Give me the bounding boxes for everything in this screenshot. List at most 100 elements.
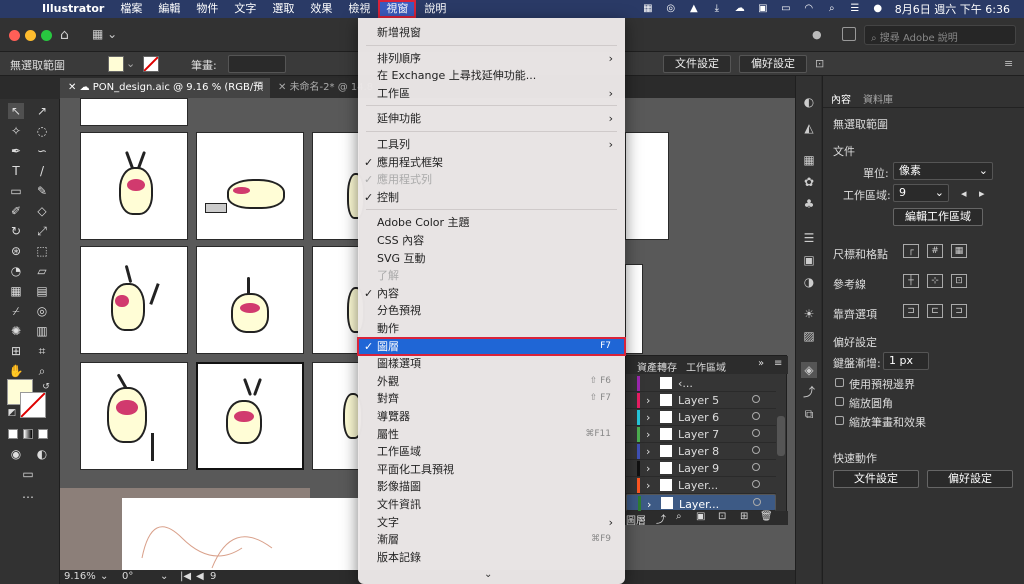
width-tool-icon[interactable]: ⊛ bbox=[8, 243, 24, 259]
control-center-icon[interactable]: ☰ bbox=[849, 3, 861, 15]
delete-layer-icon[interactable]: 🗑 bbox=[760, 511, 773, 522]
asset-export-icon[interactable]: ⤴ bbox=[801, 384, 817, 400]
menu-item-27[interactable]: 漸層 ⌘F9 bbox=[358, 531, 625, 548]
layer-row[interactable]: › Layer 8 bbox=[626, 443, 776, 460]
creative-cloud-icon[interactable]: ◎ bbox=[665, 3, 677, 15]
menu-view[interactable]: 檢視 bbox=[340, 0, 378, 18]
stroke-weight-input[interactable] bbox=[228, 55, 286, 73]
artboard-selected[interactable] bbox=[196, 362, 304, 470]
snap-point-icon[interactable]: ⊐ bbox=[903, 304, 919, 318]
color-panel-icon[interactable]: ◐ bbox=[801, 94, 817, 110]
menu-item-20[interactable]: 導覽器 bbox=[358, 408, 625, 425]
menu-item-18[interactable]: 外觀 ⇧ F6 bbox=[358, 373, 625, 390]
rectangle-tool-icon[interactable]: ▭ bbox=[8, 183, 24, 199]
tab-properties[interactable]: 內容 bbox=[831, 91, 851, 106]
smart-guides-icon[interactable]: ⊹ bbox=[927, 274, 943, 288]
menu-edit[interactable]: 編輯 bbox=[150, 0, 188, 18]
lock-guides-icon[interactable]: ⊡ bbox=[951, 274, 967, 288]
expand-layer-icon[interactable]: › bbox=[646, 445, 650, 458]
text-status-icon[interactable]: ▣ bbox=[757, 3, 769, 15]
artboard[interactable] bbox=[625, 132, 669, 240]
menu-item-22[interactable]: 工作區域 bbox=[358, 443, 625, 460]
close-window-icon[interactable] bbox=[9, 30, 20, 41]
expand-layer-icon[interactable]: › bbox=[646, 411, 650, 424]
menu-object[interactable]: 物件 bbox=[188, 0, 226, 18]
layer-row[interactable]: › Layer 7 bbox=[626, 426, 776, 443]
artboard[interactable] bbox=[80, 246, 188, 354]
layer-row[interactable]: › Layer 5 bbox=[626, 392, 776, 409]
spotlight-icon[interactable]: ⌕ bbox=[826, 3, 838, 15]
color-guide-icon[interactable]: ◭ bbox=[801, 120, 817, 136]
expand-layer-icon[interactable]: › bbox=[646, 428, 650, 441]
menu-item-8[interactable]: ✓ 控制 bbox=[358, 189, 625, 206]
edit-artboards-button[interactable]: 編輯工作區域 bbox=[893, 208, 983, 226]
menu-item-5[interactable]: 工具列 › bbox=[358, 136, 625, 153]
menu-item-10[interactable]: CSS 內容 bbox=[358, 232, 625, 249]
expand-layer-icon[interactable]: › bbox=[646, 479, 650, 492]
stroke-swatch[interactable] bbox=[143, 56, 159, 72]
menu-item-21[interactable]: 屬性 ⌘F11 bbox=[358, 426, 625, 443]
download-icon[interactable]: ⤓ bbox=[711, 3, 723, 15]
layer-row[interactable]: › Layer 9 bbox=[626, 460, 776, 477]
hand-tool-icon[interactable]: ✋ bbox=[8, 363, 24, 379]
artboard[interactable] bbox=[312, 362, 363, 470]
color-mode-icon[interactable] bbox=[8, 429, 18, 439]
shape-builder-tool-icon[interactable]: ◔ bbox=[8, 263, 24, 279]
artboard[interactable] bbox=[312, 246, 365, 354]
expand-icon[interactable]: » bbox=[758, 358, 764, 369]
layers-panel-icon[interactable]: ◈ bbox=[801, 362, 817, 378]
artboard[interactable] bbox=[196, 132, 304, 240]
units-select[interactable]: 像素 ⌄ bbox=[893, 162, 993, 180]
graphic-styles-icon[interactable]: ▨ bbox=[801, 328, 817, 344]
help-search-input[interactable]: ⌕ 搜尋 Adobe 說明 bbox=[864, 25, 1016, 45]
grid-icon[interactable]: # bbox=[927, 244, 943, 258]
tab-libraries[interactable]: 資料庫 bbox=[863, 91, 893, 106]
menu-app[interactable]: Illustrator bbox=[34, 0, 112, 18]
new-sublayer-icon[interactable]: ⊡ bbox=[718, 511, 726, 522]
menu-item-15[interactable]: 動作 bbox=[358, 320, 625, 337]
arrange-icon[interactable]: ⊡ bbox=[815, 57, 824, 70]
tab-pon-design[interactable]: ✕ ☁ PON_design.aic @ 9.16 % (RGB/預視) bbox=[60, 78, 270, 113]
siri-icon[interactable]: ● bbox=[872, 3, 884, 15]
layers-scrollbar[interactable] bbox=[777, 416, 785, 456]
free-transform-tool-icon[interactable]: ⬚ bbox=[34, 243, 50, 259]
layer-row[interactable]: ‹... bbox=[626, 375, 776, 392]
eyedropper-tool-icon[interactable]: ⌿ bbox=[8, 303, 24, 319]
stroke-panel-icon[interactable]: ☰ bbox=[801, 230, 817, 246]
brushes-icon[interactable]: ✿ bbox=[801, 174, 817, 190]
minimize-window-icon[interactable] bbox=[25, 30, 36, 41]
scale-strokes-checkbox[interactable] bbox=[835, 416, 844, 425]
snap-pixel-icon[interactable]: ⊐ bbox=[951, 304, 967, 318]
target-icon[interactable] bbox=[752, 446, 760, 454]
user-icon[interactable]: ● bbox=[812, 28, 822, 41]
curvature-tool-icon[interactable]: ∽ bbox=[34, 143, 50, 159]
panel-menu-icon[interactable]: ≡ bbox=[774, 358, 782, 369]
doc-setup-button[interactable]: 文件設定 bbox=[663, 55, 731, 73]
clock[interactable]: 8月6日 週六 下午 6:36 bbox=[895, 1, 1010, 17]
menu-item-1[interactable]: 排列順序 › bbox=[358, 50, 625, 67]
expand-layer-icon[interactable]: › bbox=[646, 462, 650, 475]
fill-swatch[interactable] bbox=[108, 56, 124, 72]
more-tools-icon[interactable]: ⋯ bbox=[20, 489, 36, 505]
menu-help[interactable]: 說明 bbox=[416, 0, 454, 18]
menu-file[interactable]: 檔案 bbox=[112, 0, 150, 18]
menu-item-2[interactable]: 在 Exchange 上尋找延伸功能... bbox=[358, 67, 625, 84]
tab-asset-export[interactable]: 資產轉存 bbox=[637, 359, 677, 374]
first-artboard-icon[interactable]: |◀ bbox=[180, 571, 191, 582]
tab-artboards[interactable]: 工作區域 bbox=[686, 359, 726, 374]
menu-item-9[interactable]: Adobe Color 主題 bbox=[358, 214, 625, 231]
menu-item-26[interactable]: 文字 › bbox=[358, 514, 625, 531]
menu-item-16[interactable]: ✓ 圖層 F7 bbox=[357, 336, 626, 356]
wifi-icon[interactable]: ◠ bbox=[803, 3, 815, 15]
artboard[interactable] bbox=[625, 264, 643, 354]
direct-selection-tool-icon[interactable]: ↗ bbox=[34, 103, 50, 119]
clipping-mask-icon[interactable]: ▣ bbox=[696, 511, 705, 522]
artboard-select[interactable]: 9 ⌄ bbox=[893, 184, 949, 202]
artboard[interactable] bbox=[196, 246, 304, 354]
menu-item-19[interactable]: 對齊 ⇧ F7 bbox=[358, 390, 625, 407]
symbols-icon[interactable]: ♣ bbox=[801, 196, 817, 212]
ruler-icon[interactable]: ┌ bbox=[903, 244, 919, 258]
export-icon[interactable]: ⤴ bbox=[656, 511, 666, 526]
rotation-value[interactable]: 0° bbox=[122, 571, 133, 582]
expand-layer-icon[interactable]: › bbox=[646, 394, 650, 407]
